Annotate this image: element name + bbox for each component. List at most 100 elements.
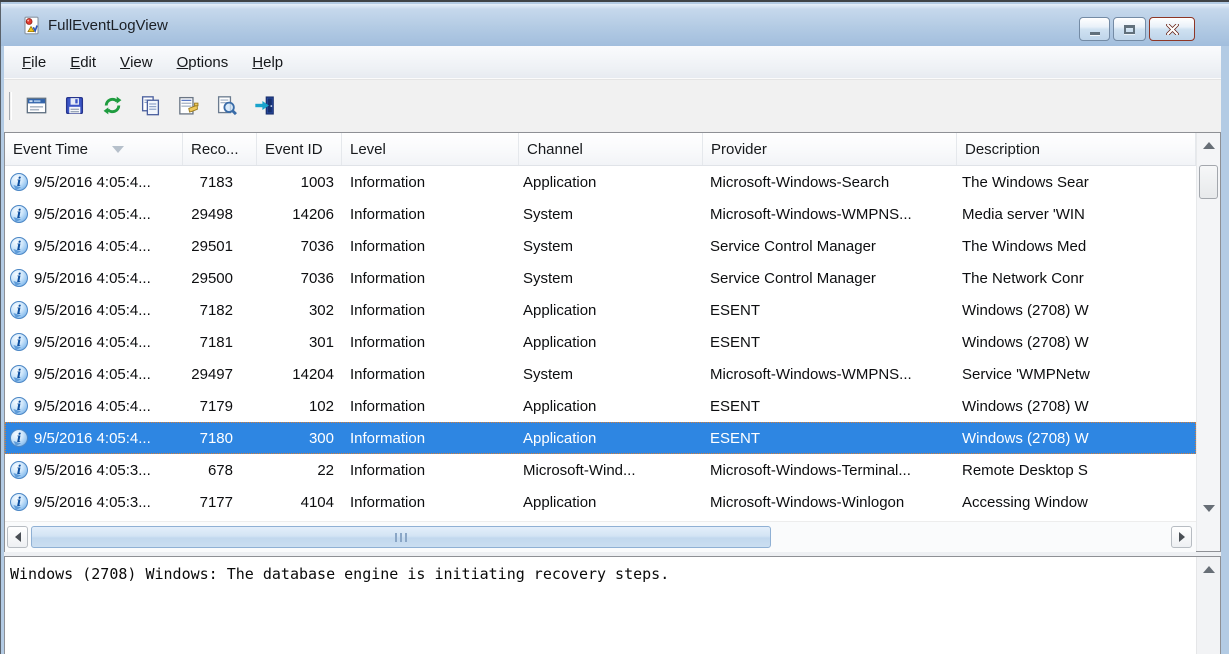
scroll-up-button[interactable] xyxy=(1197,133,1220,157)
cell-description: Windows (2708) W xyxy=(957,422,1196,454)
cell-time: i9/5/2016 4:05:4... xyxy=(5,262,183,294)
scroll-left-button[interactable] xyxy=(7,526,28,548)
menu-item-options[interactable]: Options xyxy=(165,46,241,78)
cell-event_id: 302 xyxy=(257,294,342,326)
cell-provider: ESENT xyxy=(703,294,957,326)
cell-time-label: 9/5/2016 4:05:4... xyxy=(34,174,151,191)
menubar: FileEditViewOptionsHelp xyxy=(4,46,1221,79)
cell-record_id: 7182 xyxy=(183,294,257,326)
table-row[interactable]: i9/5/2016 4:05:4...71831003InformationAp… xyxy=(5,166,1196,198)
table-row[interactable]: i9/5/2016 4:05:4...295007036InformationS… xyxy=(5,262,1196,294)
window-options-button[interactable] xyxy=(21,92,51,120)
vertical-scrollbar[interactable] xyxy=(1196,133,1220,520)
scroll-grip-icon xyxy=(400,533,402,542)
cell-channel: Application xyxy=(519,422,703,454)
cell-record_id: 7180 xyxy=(183,422,257,454)
find-button[interactable] xyxy=(211,92,241,120)
column-header-provider[interactable]: Provider xyxy=(703,133,957,165)
copy-button[interactable] xyxy=(135,92,165,120)
save-button[interactable] xyxy=(59,92,89,120)
information-level-icon: i xyxy=(10,397,28,415)
description-text: Windows (2708) Windows: The database eng… xyxy=(5,557,1196,654)
list-header: Event Time Reco... Event ID Level ChannelPro… xyxy=(5,133,1196,166)
horizontal-scrollbar[interactable] xyxy=(5,521,1196,552)
table-row[interactable]: i9/5/2016 4:05:4...295017036InformationS… xyxy=(5,230,1196,262)
description-pane[interactable]: Windows (2708) Windows: The database eng… xyxy=(4,556,1221,654)
cell-level: Information xyxy=(342,326,519,358)
cell-time-label: 9/5/2016 4:05:3... xyxy=(34,462,151,479)
menu-item-help[interactable]: Help xyxy=(240,46,295,78)
menu-toolbar-strip: FileEditViewOptionsHelp xyxy=(4,46,1221,132)
cell-time-label: 9/5/2016 4:05:4... xyxy=(34,206,151,223)
cell-provider: ESENT xyxy=(703,326,957,358)
scroll-right-button[interactable] xyxy=(1171,526,1192,548)
table-row[interactable]: i9/5/2016 4:05:4...2949814206Information… xyxy=(5,198,1196,230)
cell-description: The Windows Sear xyxy=(957,166,1196,198)
table-row[interactable]: i9/5/2016 4:05:3...71774104InformationAp… xyxy=(5,486,1196,518)
window-controls xyxy=(1079,17,1195,41)
cell-channel: Application xyxy=(519,486,703,518)
toolbar-grip-handle[interactable] xyxy=(9,92,12,120)
cell-time-label: 9/5/2016 4:05:4... xyxy=(34,366,151,383)
cell-time-label: 9/5/2016 4:05:4... xyxy=(34,270,151,287)
cell-channel: System xyxy=(519,230,703,262)
scroll-down-button[interactable] xyxy=(1197,496,1220,520)
column-header-level[interactable]: Level xyxy=(342,133,519,165)
find-icon xyxy=(216,95,237,116)
table-row-selected[interactable]: i9/5/2016 4:05:4...7180300InformationApp… xyxy=(5,422,1196,454)
pane-scroll-up-button[interactable] xyxy=(1197,557,1220,581)
cell-channel: System xyxy=(519,358,703,390)
cell-description: Remote Desktop S xyxy=(957,454,1196,486)
menu-item-view[interactable]: View xyxy=(108,46,165,78)
cell-time-label: 9/5/2016 4:05:4... xyxy=(34,238,151,255)
cell-time: i9/5/2016 4:05:4... xyxy=(5,198,183,230)
maximize-button[interactable] xyxy=(1113,17,1146,41)
cell-time-label: 9/5/2016 4:05:4... xyxy=(34,334,151,351)
window-options-icon xyxy=(26,95,47,116)
cell-record_id: 7179 xyxy=(183,390,257,422)
cell-event_id: 22 xyxy=(257,454,342,486)
column-header-description[interactable]: Description xyxy=(957,133,1196,165)
column-header-record_id[interactable]: Reco... xyxy=(183,133,257,165)
pane-vertical-scrollbar[interactable] xyxy=(1196,557,1220,654)
table-row[interactable]: i9/5/2016 4:05:4...7182302InformationApp… xyxy=(5,294,1196,326)
table-row[interactable]: i9/5/2016 4:05:3...67822InformationMicro… xyxy=(5,454,1196,486)
refresh-icon xyxy=(102,95,123,116)
close-button[interactable] xyxy=(1149,17,1195,41)
cell-event_id: 300 xyxy=(257,422,342,454)
cell-provider: ESENT xyxy=(703,390,957,422)
cell-provider: Microsoft-Windows-WMPNS... xyxy=(703,358,957,390)
cell-time-label: 9/5/2016 4:05:4... xyxy=(34,398,151,415)
save-icon xyxy=(64,95,85,116)
table-row[interactable]: i9/5/2016 4:05:4...7179102InformationApp… xyxy=(5,390,1196,422)
column-header-label: Reco... xyxy=(191,141,239,158)
table-row[interactable]: i9/5/2016 4:05:4...7181301InformationApp… xyxy=(5,326,1196,358)
cell-time: i9/5/2016 4:05:3... xyxy=(5,454,183,486)
list-rows: i9/5/2016 4:05:4...71831003InformationAp… xyxy=(5,166,1196,521)
column-header-label: Event Time xyxy=(13,141,88,158)
exit-button[interactable] xyxy=(249,92,279,120)
close-icon xyxy=(1166,24,1179,35)
cell-provider: Microsoft-Windows-Search xyxy=(703,166,957,198)
menu-item-edit[interactable]: Edit xyxy=(58,46,108,78)
column-header-channel[interactable]: Channel xyxy=(519,133,703,165)
arrow-up-icon xyxy=(1203,142,1215,149)
cell-record_id: 29500 xyxy=(183,262,257,294)
horizontal-scrollbar-thumb[interactable] xyxy=(31,526,771,548)
column-header-event_id[interactable]: Event ID xyxy=(257,133,342,165)
exit-icon xyxy=(254,95,275,116)
column-header-label: Description xyxy=(965,141,1040,158)
titlebar[interactable]: FullEventLogView xyxy=(1,4,1229,46)
cell-description: Accessing Window xyxy=(957,486,1196,518)
vertical-scrollbar-thumb[interactable] xyxy=(1199,165,1218,199)
table-row[interactable]: i9/5/2016 4:05:4...2949714204Information… xyxy=(5,358,1196,390)
column-header-label: Level xyxy=(350,141,386,158)
menu-item-file[interactable]: File xyxy=(10,46,58,78)
information-level-icon: i xyxy=(10,173,28,191)
refresh-button[interactable] xyxy=(97,92,127,120)
minimize-button[interactable] xyxy=(1079,17,1110,41)
cell-level: Information xyxy=(342,454,519,486)
column-header-label: Event ID xyxy=(265,141,323,158)
properties-button[interactable] xyxy=(173,92,203,120)
column-header-time[interactable]: Event Time xyxy=(5,133,183,165)
